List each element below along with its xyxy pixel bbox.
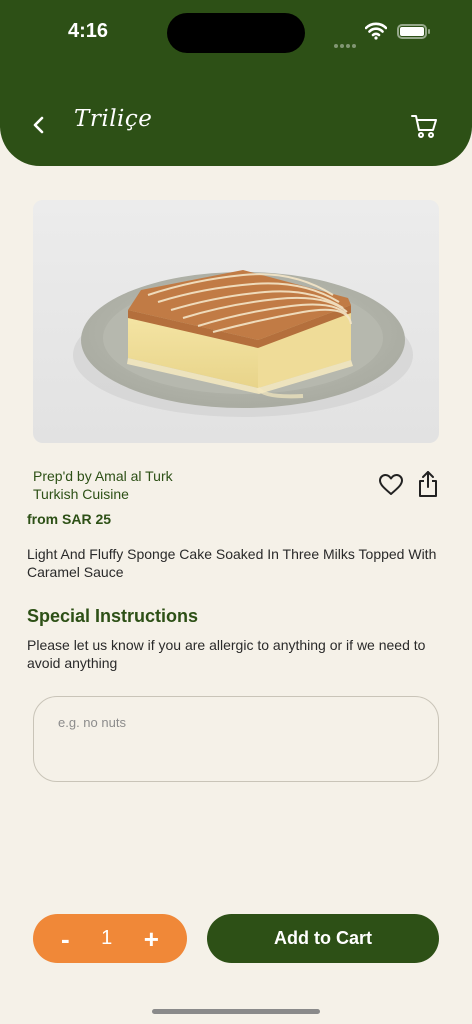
cart-button[interactable]	[410, 112, 440, 142]
special-instructions-text: Please let us know if you are allergic t…	[27, 637, 426, 671]
quantity-value: 1	[101, 927, 113, 949]
header: 4:16 Triliçe	[0, 0, 472, 166]
product-image	[33, 200, 439, 443]
share-icon	[419, 471, 437, 497]
share-button[interactable]	[416, 470, 440, 498]
special-instructions-input[interactable]	[33, 696, 439, 782]
cellular-signal-icon	[334, 35, 358, 53]
home-indicator	[152, 1009, 320, 1014]
price-label: from SAR 25	[27, 511, 112, 527]
back-button[interactable]	[24, 110, 54, 140]
special-instructions-title: Special Instructions	[27, 606, 199, 626]
product-description: Light And Fluffy Sponge Cake Soaked In T…	[27, 546, 437, 580]
increment-button[interactable]: +	[144, 926, 159, 952]
add-to-cart-button[interactable]: Add to Cart	[207, 914, 439, 963]
heart-icon	[379, 474, 403, 495]
cart-icon	[411, 115, 437, 138]
chevron-left-icon	[33, 116, 44, 134]
product-origin: Prep'd by Amal al Turk Turkish Cuisine	[33, 467, 173, 503]
brand-logo: Triliçe	[74, 106, 153, 132]
status-time: 4:16	[68, 20, 109, 42]
battery-icon	[397, 24, 430, 39]
decrement-button[interactable]: -	[61, 926, 70, 952]
wifi-icon	[364, 22, 388, 45]
quantity-stepper: - 1 +	[33, 914, 187, 963]
cuisine-label: Turkish Cuisine	[33, 486, 129, 502]
prep-by-label: Prep'd by Amal al Turk	[33, 468, 173, 484]
favorite-button[interactable]	[378, 472, 404, 498]
dynamic-island	[167, 13, 305, 53]
